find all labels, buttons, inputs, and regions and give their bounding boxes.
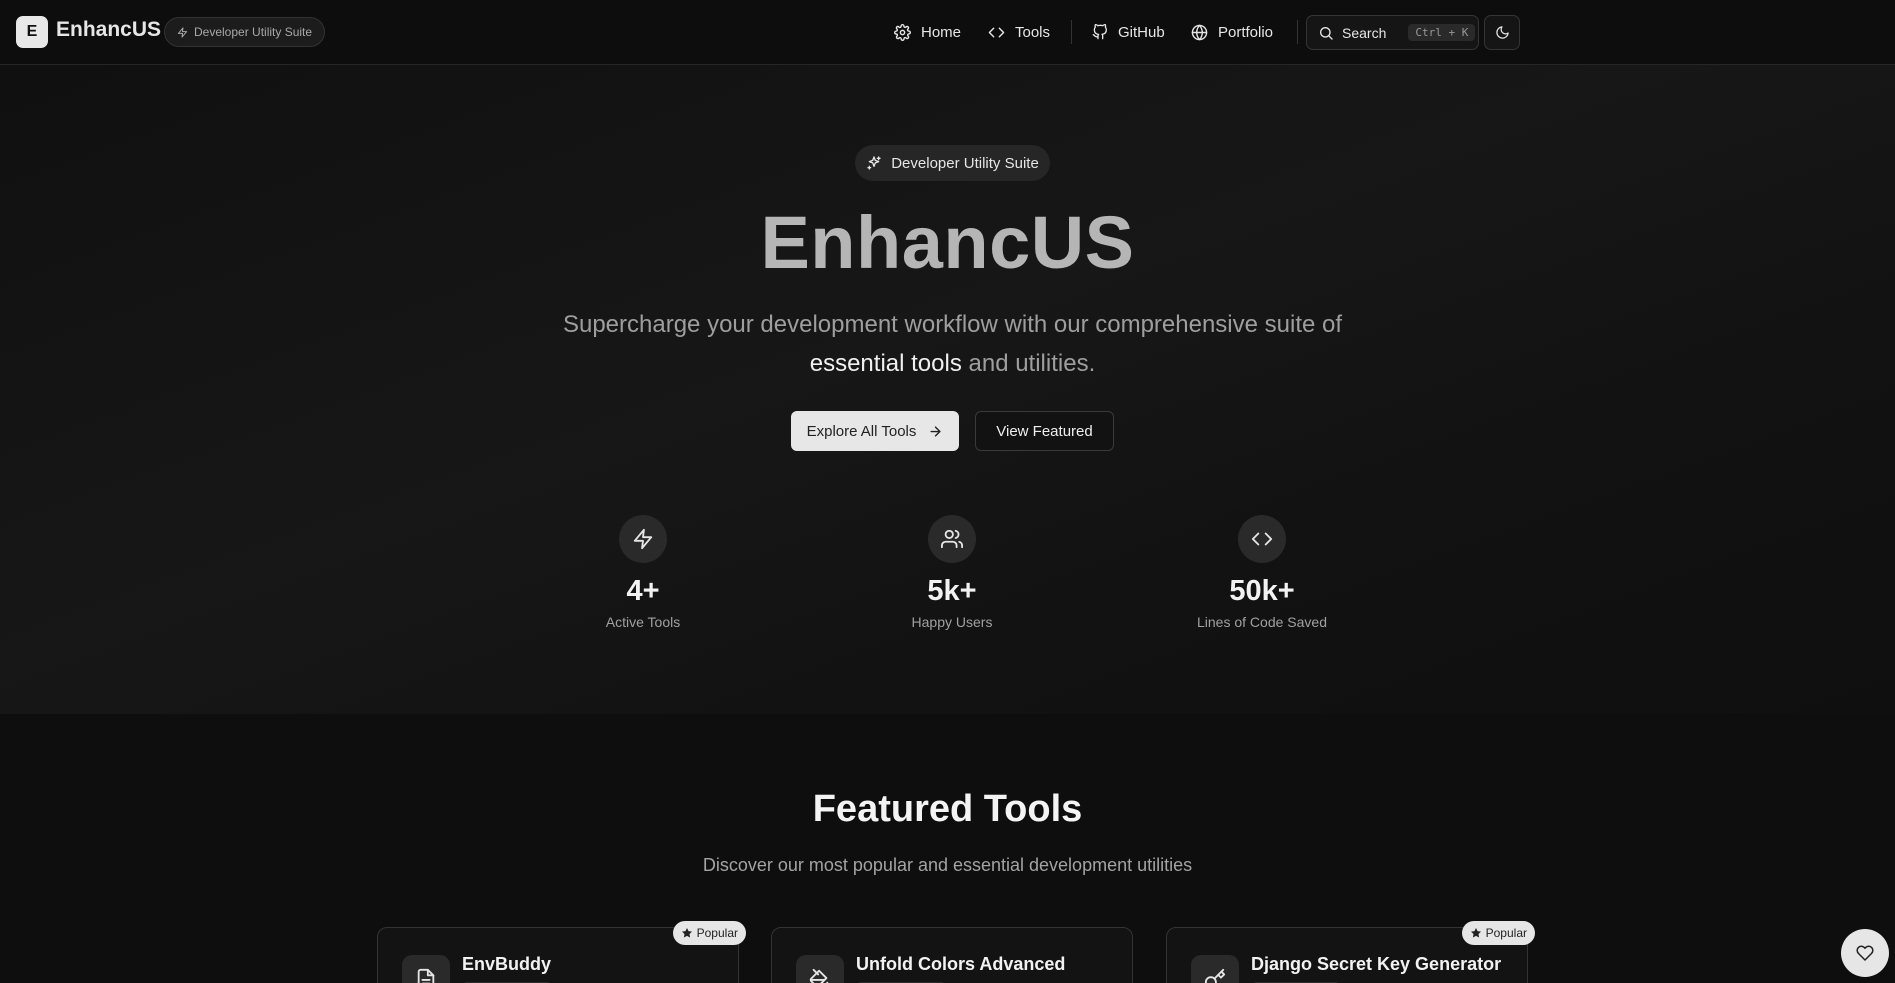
nav-tools[interactable]: Tools <box>988 20 1050 44</box>
sparkles-icon <box>866 155 882 171</box>
search-shortcut: Ctrl + K <box>1408 24 1476 41</box>
star-icon <box>1470 927 1482 939</box>
hero-section: Developer Utility Suite EnhancUS Superch… <box>0 65 1895 714</box>
heart-icon <box>1856 944 1874 962</box>
nav-home-label: Home <box>921 23 962 41</box>
header-badge: Developer Utility Suite <box>164 17 326 47</box>
stat-value: 5k+ <box>927 575 977 607</box>
featured-title: Featured Tools <box>812 788 1083 830</box>
users-icon <box>928 515 976 563</box>
nav-divider <box>1297 20 1298 44</box>
star-icon <box>681 927 693 939</box>
stat-label: Active Tools <box>605 614 681 630</box>
top-navbar: E EnhancUS Developer Utility Suite Home … <box>0 0 1895 65</box>
stat-active-tools: 4+ Active Tools <box>543 515 743 630</box>
favorites-button[interactable] <box>1841 929 1889 977</box>
nav-home[interactable]: Home <box>894 20 961 44</box>
code-icon <box>1238 515 1286 563</box>
stat-lines-saved: 50k+ Lines of Code Saved <box>1162 515 1362 630</box>
nav-divider <box>1071 20 1072 44</box>
featured-subtitle: Discover our most popular and essential … <box>702 855 1193 875</box>
stat-value: 4+ <box>626 575 660 607</box>
stat-value: 50k+ <box>1229 575 1295 607</box>
theme-toggle-button[interactable] <box>1484 15 1520 50</box>
globe-icon <box>1191 24 1208 41</box>
hero-subtitle-text: Supercharge your development workflow wi… <box>562 311 1343 338</box>
popular-badge: Popular <box>672 921 746 945</box>
logo-mark[interactable]: E <box>16 16 48 48</box>
search-button[interactable]: Search Ctrl + K <box>1306 15 1479 50</box>
hero-subtitle: Supercharge your development workflow wi… <box>560 305 1345 383</box>
stat-label: Happy Users <box>911 614 993 630</box>
arrow-right-icon <box>928 424 943 439</box>
header-badge-label: Developer Utility Suite <box>194 25 313 39</box>
nav-portfolio[interactable]: Portfolio <box>1191 20 1273 44</box>
paint-bucket-icon <box>796 955 844 983</box>
explore-button-label: Explore All Tools <box>806 422 917 440</box>
sparkle-icon <box>177 26 188 38</box>
tool-card-unfold-colors[interactable]: Unfold Colors Advanced <box>771 927 1133 983</box>
hero-title: EnhancUS <box>760 201 1135 284</box>
hero-badge-label: Developer Utility Suite <box>891 154 1039 172</box>
popular-badge-label: Popular <box>696 926 738 940</box>
code-icon <box>988 24 1005 41</box>
search-icon <box>1318 25 1334 41</box>
view-featured-button[interactable]: View Featured <box>975 411 1114 451</box>
hero-subtitle-end: and utilities. <box>968 350 1096 377</box>
nav-github-label: GitHub <box>1118 23 1165 41</box>
tool-card-django-secret-key[interactable]: Popular Django Secret Key Generator <box>1166 921 1535 983</box>
file-icon <box>402 955 450 983</box>
moon-icon <box>1495 25 1510 40</box>
brand-name[interactable]: EnhancUS <box>56 18 161 42</box>
popular-badge: Popular <box>1461 921 1535 945</box>
nav-tools-label: Tools <box>1015 23 1051 41</box>
hero-badge: Developer Utility Suite <box>855 145 1050 181</box>
github-icon <box>1092 24 1108 40</box>
popular-badge-label: Popular <box>1485 926 1527 940</box>
gear-icon <box>894 23 911 41</box>
search-label: Search <box>1342 24 1387 41</box>
stat-label: Lines of Code Saved <box>1197 614 1327 630</box>
view-featured-label: View Featured <box>996 422 1093 440</box>
tool-card-envbuddy[interactable]: Popular EnvBuddy <box>377 921 746 983</box>
stat-happy-users: 5k+ Happy Users <box>852 515 1052 630</box>
nav-github[interactable]: GitHub <box>1092 20 1165 44</box>
nav-portfolio-label: Portfolio <box>1218 23 1274 41</box>
tool-card-title: Unfold Colors Advanced <box>856 954 1066 974</box>
hero-subtitle-highlight: essential tools <box>809 350 962 377</box>
zap-icon <box>619 515 667 563</box>
explore-all-tools-button[interactable]: Explore All Tools <box>791 411 959 451</box>
tool-card-title: Django Secret Key Generator <box>1251 954 1502 974</box>
key-icon <box>1191 955 1239 983</box>
tool-card-title: EnvBuddy <box>462 954 552 974</box>
